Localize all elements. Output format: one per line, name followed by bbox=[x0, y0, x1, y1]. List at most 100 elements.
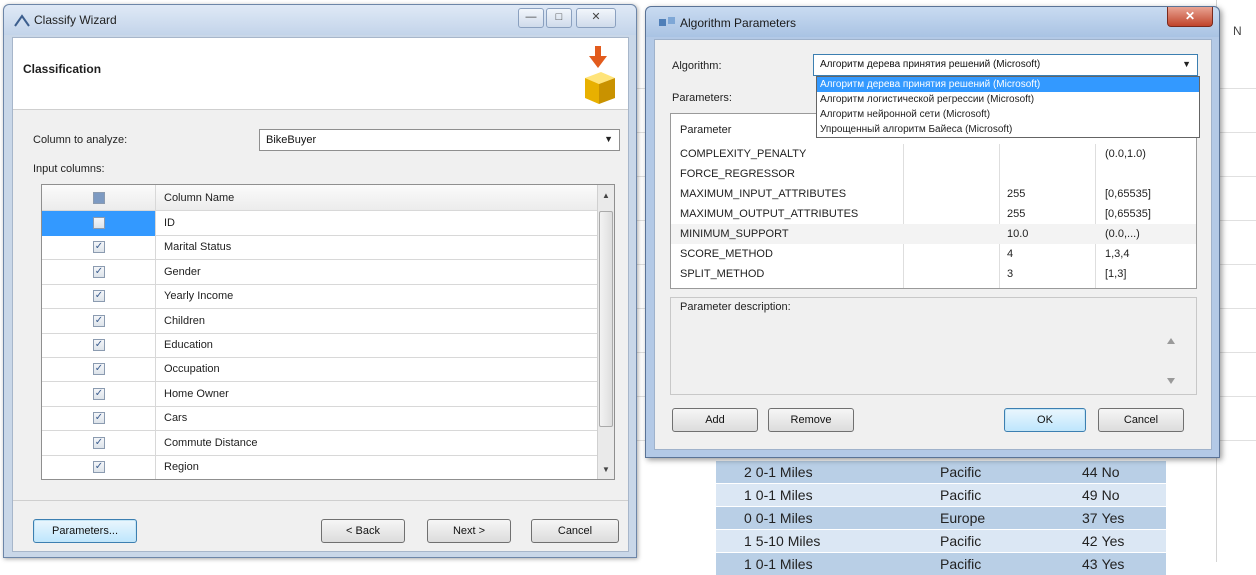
parameter-row[interactable]: MINIMUM_SUPPORT 10.0 (0.0,...) bbox=[671, 224, 1196, 244]
sheet-cell-commute[interactable]: 2 0-1 Miles bbox=[744, 464, 813, 480]
dropdown-option[interactable]: Алгоритм логистической регрессии (Micros… bbox=[817, 92, 1199, 107]
dropdown-option[interactable]: Алгоритм нейронной сети (Microsoft) bbox=[817, 107, 1199, 122]
parameters-table[interactable]: Parameter COMPLEXITY_PENALTY (0.0,1.0) FOR… bbox=[670, 113, 1197, 289]
checkbox-cell[interactable]: ✓ bbox=[42, 235, 156, 261]
sheet-cell-age-text: 44 bbox=[1082, 464, 1098, 480]
parameter-row[interactable]: SPLIT_METHOD 3 [1,3] bbox=[671, 264, 1196, 284]
parameter-value[interactable]: 3 bbox=[1007, 268, 1013, 280]
table-row[interactable]: ✓ Occupation bbox=[42, 357, 598, 383]
checkbox-cell[interactable]: ✓ bbox=[42, 284, 156, 310]
column-checkbox[interactable]: ✓ bbox=[93, 412, 105, 425]
parameter-row[interactable]: COMPLEXITY_PENALTY (0.0,1.0) bbox=[671, 144, 1196, 164]
column-checkbox[interactable]: ✓ bbox=[93, 387, 105, 400]
column-checkbox[interactable] bbox=[93, 217, 105, 229]
sheet-cell-age[interactable]: 44 No bbox=[1082, 464, 1119, 480]
sheet-cell-commute[interactable]: 0 0-1 Miles bbox=[744, 510, 813, 526]
minimize-button[interactable]: — bbox=[518, 8, 544, 28]
checkbox-cell[interactable]: ✓ bbox=[42, 308, 156, 334]
table-row[interactable]: ✓ Education bbox=[42, 333, 598, 358]
column-to-analyze-select[interactable]: BikeBuyer ▼ bbox=[259, 129, 620, 151]
cancel-button[interactable]: Cancel bbox=[1098, 408, 1184, 432]
table-row[interactable]: ✓ Children bbox=[42, 308, 598, 334]
next-button[interactable]: Next > bbox=[427, 519, 511, 543]
sheet-cell-commute[interactable]: 1 5-10 Miles bbox=[744, 533, 820, 549]
checkbox-cell[interactable]: ✓ bbox=[42, 406, 156, 432]
column-checkbox[interactable]: ✓ bbox=[93, 436, 105, 449]
column-checkbox[interactable]: ✓ bbox=[93, 265, 105, 278]
checkbox-cell[interactable]: ✓ bbox=[42, 455, 156, 479]
scroll-thumb[interactable] bbox=[599, 211, 613, 427]
parameter-row[interactable]: FORCE_REGRESSOR bbox=[671, 164, 1196, 184]
sheet-cell-region[interactable]: Pacific bbox=[940, 487, 981, 503]
input-columns-grid[interactable]: Column Name ID ✓ Marital Status ✓ Gender ✓ Yea… bbox=[41, 184, 615, 480]
checkbox-cell[interactable]: ✓ bbox=[42, 430, 156, 456]
sheet-cell-region[interactable]: Pacific bbox=[940, 464, 981, 480]
column-name-header[interactable]: Column Name bbox=[164, 192, 234, 204]
algorithm-select[interactable]: Алгоритм дерева принятия решений (Micros… bbox=[813, 54, 1198, 76]
parameter-row[interactable]: SCORE_METHOD 4 1,3,4 bbox=[671, 244, 1196, 264]
algo-titlebar[interactable]: Algorithm Parameters ✕ bbox=[646, 7, 1219, 37]
sheet-cell-age[interactable]: 42 Yes bbox=[1082, 533, 1124, 549]
table-row[interactable]: ✓ Gender bbox=[42, 259, 598, 285]
select-all-checkbox[interactable] bbox=[93, 192, 105, 204]
parameter-row[interactable]: MAXIMUM_INPUT_ATTRIBUTES 255 [0,65535] bbox=[671, 184, 1196, 204]
column-checkbox[interactable]: ✓ bbox=[93, 241, 105, 254]
parameter-value[interactable]: 4 bbox=[1007, 248, 1013, 260]
checkbox-cell[interactable]: ✓ bbox=[42, 357, 156, 383]
checkbox-cell[interactable] bbox=[42, 211, 156, 236]
parameter-value[interactable]: 255 bbox=[1007, 188, 1025, 200]
table-row[interactable]: ✓ Cars bbox=[42, 406, 598, 432]
table-row[interactable]: ID bbox=[42, 211, 598, 236]
table-row[interactable]: ✓ Marital Status bbox=[42, 235, 598, 261]
column-checkbox[interactable]: ✓ bbox=[93, 339, 105, 351]
scroll-down-icon[interactable]: ▼ bbox=[602, 465, 610, 474]
sheet-cell-region[interactable]: Pacific bbox=[940, 533, 981, 549]
parameter-value[interactable]: 255 bbox=[1007, 208, 1025, 220]
ok-button[interactable]: OK bbox=[1004, 408, 1086, 432]
grid-scrollbar[interactable]: ▲ ▼ bbox=[597, 185, 614, 479]
parameter-row[interactable]: MAXIMUM_OUTPUT_ATTRIBUTES 255 [0,65535] bbox=[671, 204, 1196, 224]
sheet-row[interactable]: 1 0-1 Miles Pacific 49 No bbox=[716, 484, 1166, 506]
table-row[interactable]: ✓ Commute Distance bbox=[42, 430, 598, 456]
sheet-cell-region[interactable]: Pacific bbox=[940, 556, 981, 572]
close-button[interactable]: ✕ bbox=[576, 8, 616, 28]
table-row[interactable]: ✓ Yearly Income bbox=[42, 284, 598, 310]
add-button[interactable]: Add bbox=[672, 408, 758, 432]
cancel-button[interactable]: Cancel bbox=[531, 519, 619, 543]
sheet-cell-age[interactable]: 49 No bbox=[1082, 487, 1119, 503]
parameter-column-header[interactable]: Parameter bbox=[680, 124, 731, 136]
back-button[interactable]: < Back bbox=[321, 519, 405, 543]
column-checkbox[interactable]: ✓ bbox=[93, 363, 105, 376]
sheet-column-header[interactable]: N bbox=[1233, 24, 1242, 38]
select-all-cell[interactable] bbox=[42, 185, 156, 211]
description-scrollbar[interactable] bbox=[1164, 316, 1178, 390]
scroll-up-icon[interactable]: ▲ bbox=[602, 191, 610, 200]
column-checkbox[interactable]: ✓ bbox=[93, 290, 105, 303]
checkbox-cell[interactable]: ✓ bbox=[42, 259, 156, 285]
column-checkbox[interactable]: ✓ bbox=[93, 461, 105, 473]
maximize-button[interactable]: □ bbox=[546, 8, 572, 28]
remove-button[interactable]: Remove bbox=[768, 408, 854, 432]
sheet-cell-commute[interactable]: 1 0-1 Miles bbox=[744, 487, 813, 503]
sheet-row[interactable]: 0 0-1 Miles Europe 37 Yes bbox=[716, 507, 1166, 529]
sheet-row[interactable]: 2 0-1 Miles Pacific 44 No bbox=[716, 461, 1166, 483]
sheet-cell-age[interactable]: 37 Yes bbox=[1082, 510, 1124, 526]
algorithm-dropdown-list[interactable]: Алгоритм дерева принятия решений (Micros… bbox=[816, 76, 1200, 138]
table-row[interactable]: ✓ Region bbox=[42, 455, 598, 479]
sheet-row[interactable]: 1 5-10 Miles Pacific 42 Yes bbox=[716, 530, 1166, 552]
parameter-value[interactable]: 10.0 bbox=[1007, 228, 1028, 240]
checkbox-cell[interactable]: ✓ bbox=[42, 381, 156, 407]
checkbox-cell[interactable]: ✓ bbox=[42, 333, 156, 358]
sheet-row[interactable]: 1 0-1 Miles Pacific 43 Yes bbox=[716, 553, 1166, 575]
dropdown-option[interactable]: Алгоритм дерева принятия решений (Micros… bbox=[817, 77, 1199, 92]
parameters-button[interactable]: Parameters... bbox=[33, 519, 137, 543]
sheet-cell-commute[interactable]: 1 0-1 Miles bbox=[744, 556, 813, 572]
table-row[interactable]: ✓ Home Owner bbox=[42, 381, 598, 407]
wizard-titlebar[interactable]: Classify Wizard — □ ✕ bbox=[4, 5, 636, 35]
column-checkbox[interactable]: ✓ bbox=[93, 314, 105, 327]
sheet-cell-age[interactable]: 43 Yes bbox=[1082, 556, 1124, 572]
close-button[interactable]: ✕ bbox=[1167, 7, 1213, 27]
dropdown-option[interactable]: Упрощенный алгоритм Байеса (Microsoft) bbox=[817, 122, 1199, 137]
page-title: Classification bbox=[23, 62, 102, 76]
sheet-cell-region[interactable]: Europe bbox=[940, 510, 985, 526]
